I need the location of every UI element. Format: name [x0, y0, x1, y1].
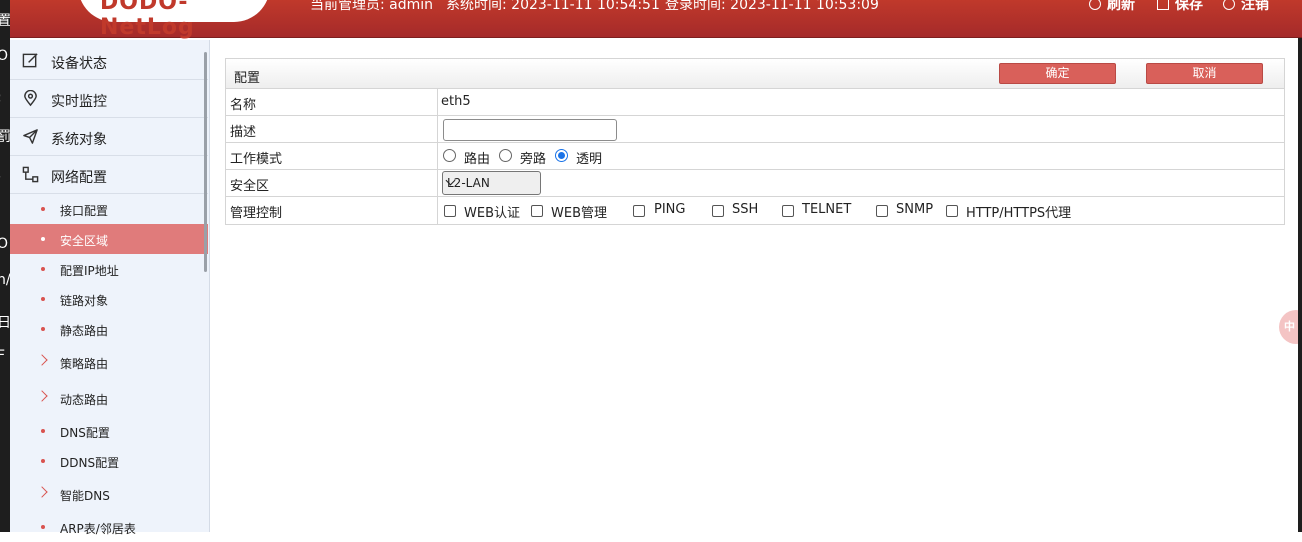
mode-bypass-radio[interactable] [499, 149, 512, 162]
sidebar-item-ddns-config[interactable]: DDNS配置 [10, 446, 208, 476]
network-icon [22, 166, 39, 183]
sidebar-scrollbar[interactable] [204, 52, 207, 272]
logout-button[interactable]: 注销 [1223, 0, 1269, 14]
confirm-button[interactable]: 确定 [999, 63, 1116, 84]
config-panel: 配置 确定 取消 名称 eth5 描述 工作模式 路由 旁路 透明 安全区 L2… [225, 58, 1285, 225]
mode-transparent-label: 透明 [576, 152, 603, 167]
mode-bypass-label: 旁路 [520, 152, 547, 167]
sidebar-item-static-route[interactable]: 静态路由 [10, 314, 208, 344]
sidebar-item-realtime-monitor[interactable]: 实时监控 [10, 80, 208, 118]
refresh-icon [1089, 0, 1101, 10]
sidebar: 设备状态 实时监控 系统对象 网络配置 接口配置 安全区域 配置IP地址 链路对… [10, 40, 210, 536]
name-row: 名称 eth5 [226, 89, 1284, 116]
location-pin-icon [24, 90, 37, 107]
sidebar-item-arp-table[interactable]: ARP表/邻居表 [10, 512, 208, 542]
cancel-button[interactable]: 取消 [1146, 63, 1263, 84]
security-zone-select[interactable]: L2-LAN [442, 171, 541, 195]
name-value: eth5 [441, 94, 471, 109]
panel-header: 配置 确定 取消 [226, 59, 1284, 89]
top-header: DODO-NetLog 当前管理员: admin 系统时间: 2023-11-1… [0, 0, 1302, 40]
web-auth-checkbox[interactable] [444, 205, 456, 217]
logo: DODO-NetLog [78, 0, 270, 40]
name-label: 名称 [230, 98, 257, 113]
chevron-right-icon [36, 354, 48, 366]
work-mode-label: 工作模式 [230, 152, 283, 167]
login-time-text: 登录时间: 2023-11-11 10:53:09 [665, 0, 879, 13]
window-edge [1298, 38, 1302, 532]
sidebar-item-interface-config[interactable]: 接口配置 [10, 194, 208, 224]
management-control-label: 管理控制 [230, 206, 283, 221]
security-zone-row: 安全区 L2-LAN [226, 170, 1284, 197]
sidebar-item-security-zone[interactable]: 安全区域 [10, 224, 208, 254]
refresh-button[interactable]: 刷新 [1089, 0, 1135, 14]
mode-transparent-radio[interactable] [555, 149, 568, 162]
description-label: 描述 [230, 125, 257, 140]
telnet-checkbox[interactable] [782, 205, 794, 217]
mode-route-label: 路由 [464, 152, 491, 167]
ping-checkbox[interactable] [633, 205, 645, 217]
http-proxy-checkbox[interactable] [946, 205, 958, 217]
sidebar-item-policy-route[interactable]: 策略路由 [10, 347, 208, 377]
sidebar-item-dynamic-route[interactable]: 动态路由 [10, 383, 208, 413]
snmp-checkbox[interactable] [876, 205, 888, 217]
sidebar-item-device-status[interactable]: 设备状态 [10, 42, 208, 80]
chevron-right-icon [36, 390, 48, 402]
security-zone-label: 安全区 [230, 179, 270, 194]
save-icon [1157, 0, 1169, 10]
description-row: 描述 [226, 116, 1284, 143]
mode-route-radio[interactable] [443, 149, 456, 162]
sidebar-item-dns-config[interactable]: DNS配置 [10, 416, 208, 446]
current-admin-text: 当前管理员: admin [310, 0, 434, 13]
description-input[interactable] [443, 119, 617, 141]
sidebar-item-system-objects[interactable]: 系统对象 [10, 118, 208, 156]
chevron-right-icon [36, 486, 48, 498]
management-control-row: 管理控制 WEB认证 WEB管理 PING SSH TELNET SNMP HT… [226, 197, 1284, 224]
background-window-edge: 置 O ; 罰 , O n/ 日 F [0, 0, 10, 532]
work-mode-row: 工作模式 路由 旁路 透明 [226, 143, 1284, 170]
web-manage-checkbox[interactable] [531, 205, 543, 217]
panel-title: 配置 [234, 71, 261, 86]
sidebar-item-link-objects[interactable]: 链路对象 [10, 284, 208, 314]
ssh-checkbox[interactable] [712, 205, 724, 217]
edit-icon [22, 53, 38, 68]
save-button[interactable]: 保存 [1157, 0, 1203, 14]
system-time-text: 系统时间: 2023-11-11 10:54:51 [446, 0, 660, 13]
paper-plane-icon [23, 129, 38, 144]
sidebar-item-ip-config[interactable]: 配置IP地址 [10, 254, 208, 284]
sidebar-item-smart-dns[interactable]: 智能DNS [10, 479, 208, 509]
power-icon [1223, 0, 1235, 10]
sidebar-item-network-config[interactable]: 网络配置 [10, 156, 208, 194]
